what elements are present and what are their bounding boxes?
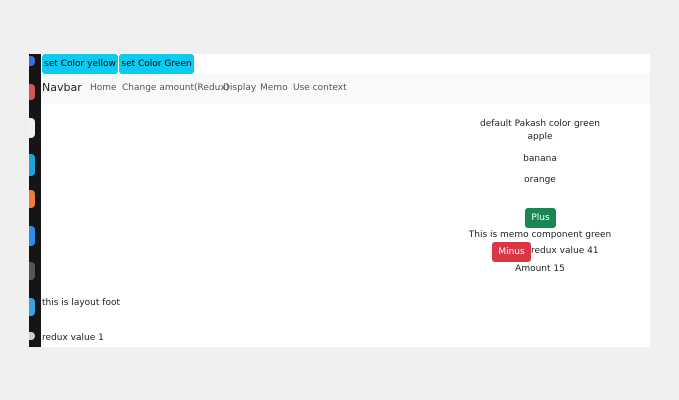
app-dock — [29, 54, 41, 347]
dock-app-icon[interactable] — [29, 190, 35, 208]
default-color-text: default Pakash color green — [480, 119, 600, 129]
dock-app-icon[interactable] — [29, 298, 35, 316]
nav-link-use-context[interactable]: Use context — [293, 83, 347, 93]
dock-app-icon[interactable] — [29, 332, 35, 340]
minus-button[interactable]: Minus — [492, 242, 531, 262]
amount-text: Amount 15 — [515, 264, 565, 274]
dock-app-icon[interactable] — [29, 262, 35, 280]
dock-app-icon[interactable] — [29, 226, 35, 246]
nav-link-memo[interactable]: Memo — [260, 83, 288, 93]
dock-app-icon[interactable] — [29, 56, 35, 66]
dock-app-icon[interactable] — [29, 118, 35, 138]
layout-foot-text: this is layout foot — [42, 298, 120, 308]
nav-link-change-amount[interactable]: Change amount(Redux) — [122, 83, 229, 93]
fruit-item: orange — [524, 175, 556, 185]
dock-app-icon[interactable] — [29, 84, 35, 100]
set-color-yellow-button[interactable]: set Color yellow — [42, 54, 118, 74]
footer-redux-value: redux value 1 — [42, 333, 104, 343]
fruit-item: banana — [523, 154, 557, 164]
plus-button[interactable]: Plus — [525, 208, 556, 228]
nav-link-display[interactable]: Display — [223, 83, 256, 93]
dock-app-icon[interactable] — [29, 154, 35, 176]
memo-component-text: This is memo component green — [468, 230, 612, 240]
redux-value-text: redux value 41 — [531, 246, 599, 256]
navbar: Navbar Home Change amount(Redux) Display… — [41, 74, 650, 104]
app-page: set Color yellow set Color Green Navbar … — [41, 54, 650, 347]
set-color-green-button[interactable]: set Color Green — [119, 54, 194, 74]
navbar-brand[interactable]: Navbar — [42, 81, 82, 94]
fruit-item: apple — [527, 132, 553, 142]
nav-link-home[interactable]: Home — [90, 83, 117, 93]
